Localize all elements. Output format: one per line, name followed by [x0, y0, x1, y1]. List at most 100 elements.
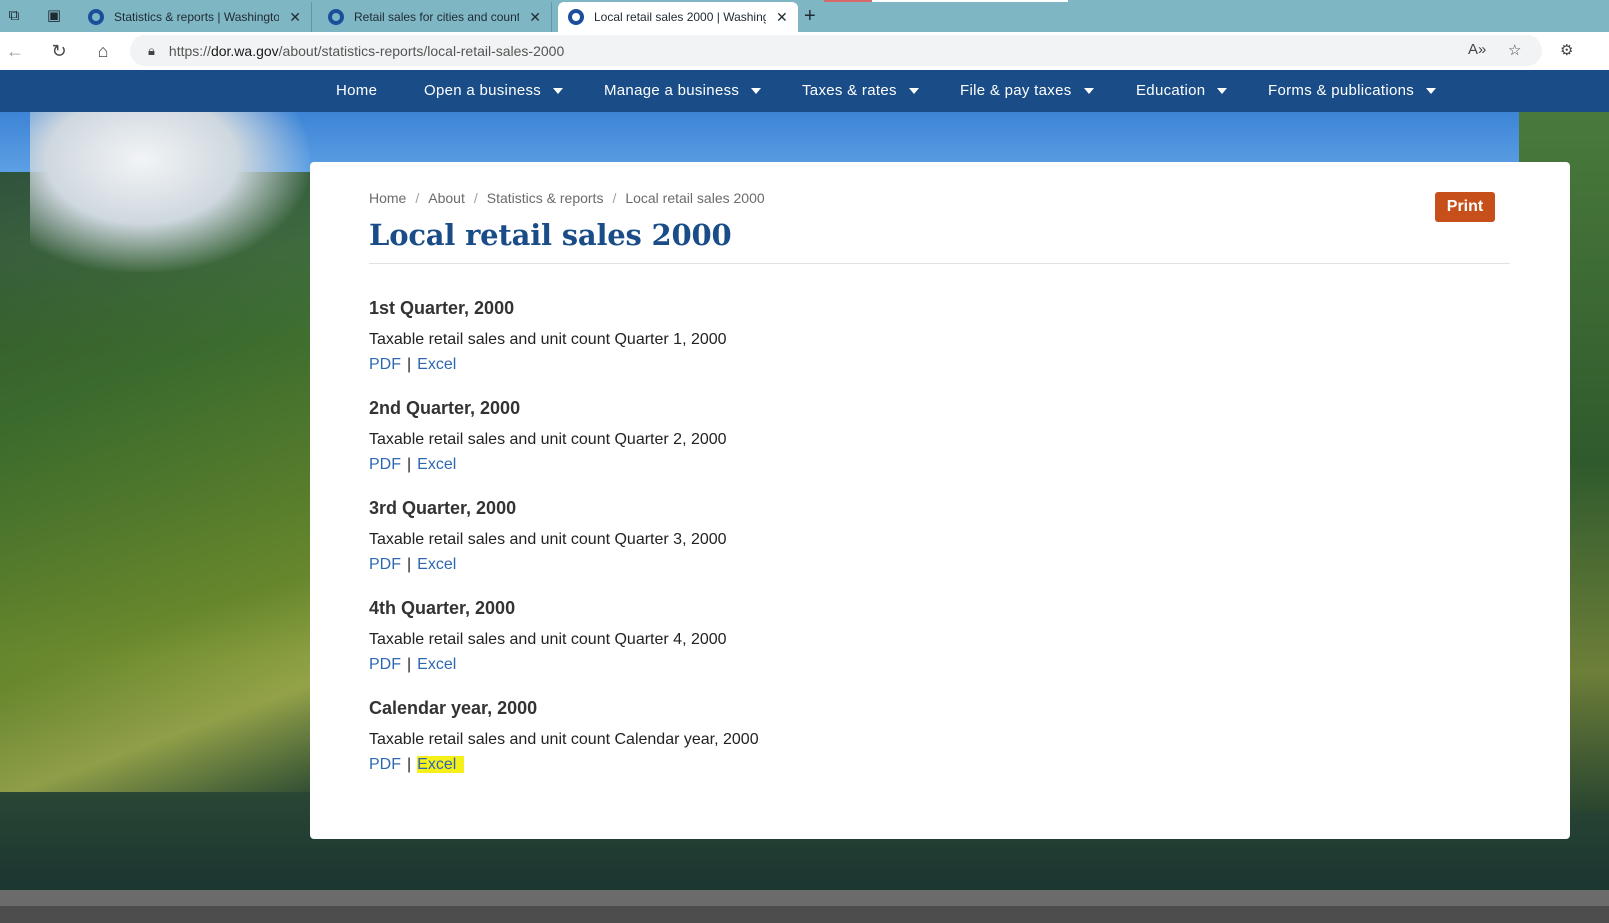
- breadcrumb: Home / About / Statistics & reports / Lo…: [369, 190, 765, 206]
- url-path: /about/statistics-reports/local-retail-s…: [278, 42, 565, 59]
- pdf-link[interactable]: PDF: [369, 756, 401, 773]
- browser-tab-retail-sales[interactable]: Retail sales for cities and countie ✕: [318, 2, 552, 32]
- page-title: Local retail sales 2000: [369, 218, 732, 252]
- address-bar[interactable]: 🔒︎ https://dor.wa.gov/about/statistics-r…: [130, 35, 1542, 66]
- nav-item-taxes-rates[interactable]: Taxes & rates: [802, 70, 919, 112]
- pdf-link[interactable]: PDF: [369, 356, 401, 373]
- section-heading: Calendar year, 2000: [369, 698, 538, 718]
- back-icon[interactable]: ←: [4, 40, 26, 62]
- report-section-q3: 3rd Quarter, 2000 Taxable retail sales a…: [369, 496, 1169, 576]
- nav-item-label: File & pay taxes: [960, 82, 1072, 99]
- download-links: PDF | Excel: [369, 754, 1169, 776]
- tab-title: Statistics & reports | Washington: [114, 10, 280, 24]
- favorite-star-icon[interactable]: ☆: [1508, 41, 1521, 59]
- nav-item-manage-a-business[interactable]: Manage a business: [604, 70, 762, 112]
- excel-link[interactable]: Excel: [417, 456, 456, 473]
- edge-favicon-icon: [88, 9, 104, 25]
- breadcrumb-current: Local retail sales 2000: [625, 190, 765, 206]
- link-separator: |: [407, 556, 412, 573]
- section-heading: 2nd Quarter, 2000: [369, 398, 521, 418]
- nav-item-home[interactable]: Home: [336, 70, 377, 112]
- breadcrumb-separator: /: [473, 190, 478, 206]
- snow-peak-image: [30, 112, 310, 272]
- breadcrumb-separator: /: [415, 190, 420, 206]
- section-heading: 1st Quarter, 2000: [369, 298, 515, 318]
- lock-icon: 🔒︎: [148, 42, 155, 58]
- edge-favicon-icon: [328, 9, 344, 25]
- download-links: PDF | Excel: [369, 654, 1169, 676]
- close-icon[interactable]: ✕: [529, 9, 541, 26]
- section-description: Taxable retail sales and unit count Quar…: [369, 531, 727, 548]
- link-separator: |: [407, 456, 412, 473]
- excel-link[interactable]: Excel: [417, 656, 456, 673]
- close-icon[interactable]: ✕: [776, 9, 788, 26]
- content-card: Home / About / Statistics & reports / Lo…: [310, 162, 1570, 839]
- breadcrumb-about[interactable]: About: [428, 190, 465, 206]
- browser-tab-strip: ⧉ ▣ Statistics & reports | Washington ✕ …: [0, 0, 1609, 32]
- extensions-icon[interactable]: ⚙: [1560, 41, 1573, 59]
- download-links: PDF | Excel: [369, 354, 1169, 376]
- report-section-q2: 2nd Quarter, 2000 Taxable retail sales a…: [369, 396, 1169, 476]
- title-divider: [369, 263, 1510, 264]
- home-icon[interactable]: ⌂: [92, 40, 114, 62]
- excel-link-highlighted[interactable]: Excel: [417, 756, 465, 773]
- footer-bar: [0, 890, 1609, 923]
- download-links: PDF | Excel: [369, 454, 1169, 476]
- report-section-q1: 1st Quarter, 2000 Taxable retail sales a…: [369, 296, 1169, 376]
- caret-down-icon: [751, 88, 762, 95]
- read-aloud-icon[interactable]: A»: [1468, 41, 1486, 58]
- section-heading: 3rd Quarter, 2000: [369, 498, 517, 518]
- breadcrumb-home[interactable]: Home: [369, 190, 406, 206]
- browser-tab-statistics[interactable]: Statistics & reports | Washington ✕: [78, 2, 312, 32]
- report-section-q4: 4th Quarter, 2000 Taxable retail sales a…: [369, 596, 1169, 676]
- link-separator: |: [407, 656, 412, 673]
- nav-item-forms-publications[interactable]: Forms & publications: [1268, 70, 1437, 112]
- nav-item-label: Forms & publications: [1268, 82, 1415, 99]
- tab-title: Retail sales for cities and countie: [354, 10, 520, 24]
- new-tab-icon[interactable]: +: [804, 5, 816, 28]
- tab-title: Local retail sales 2000 | Washingt: [594, 10, 766, 24]
- nav-item-label: Open a business: [424, 82, 542, 99]
- browser-toolbar: ← ↻ ⌂ 🔒︎ https://dor.wa.gov/about/statis…: [0, 32, 1609, 70]
- download-links: PDF | Excel: [369, 554, 1169, 576]
- site-nav: Home Open a business Manage a business T…: [0, 70, 1609, 112]
- url-domain: dor.wa.gov: [210, 42, 279, 59]
- pdf-link[interactable]: PDF: [369, 456, 401, 473]
- tab-loading-indicator: [872, 0, 1068, 2]
- workspaces-icon[interactable]: ⧉: [5, 7, 23, 25]
- pdf-link[interactable]: PDF: [369, 656, 401, 673]
- nav-item-label: Home: [336, 82, 378, 99]
- close-icon[interactable]: ✕: [289, 9, 301, 26]
- caret-down-icon: [1426, 88, 1437, 95]
- section-description: Taxable retail sales and unit count Quar…: [369, 331, 727, 348]
- tab-actions-icon[interactable]: ▣: [45, 7, 63, 25]
- caret-down-icon: [908, 88, 919, 95]
- nav-item-open-a-business[interactable]: Open a business: [424, 70, 564, 112]
- browser-tab-local-retail-sales[interactable]: Local retail sales 2000 | Washingt ✕: [558, 2, 798, 32]
- section-description: Taxable retail sales and unit count Quar…: [369, 431, 727, 448]
- nav-item-file-pay-taxes[interactable]: File & pay taxes: [960, 70, 1094, 112]
- tab-loading-indicator: [824, 0, 872, 2]
- refresh-icon[interactable]: ↻: [48, 40, 70, 62]
- edge-favicon-icon: [568, 9, 584, 25]
- link-separator: |: [407, 756, 412, 773]
- nav-item-label: Taxes & rates: [802, 82, 897, 99]
- report-section-calendar-year: Calendar year, 2000 Taxable retail sales…: [369, 696, 1169, 776]
- pdf-link[interactable]: PDF: [369, 556, 401, 573]
- excel-link[interactable]: Excel: [417, 556, 456, 573]
- section-heading: 4th Quarter, 2000: [369, 598, 516, 618]
- section-description: Taxable retail sales and unit count Quar…: [369, 631, 727, 648]
- nav-item-label: Education: [1136, 82, 1206, 99]
- caret-down-icon: [553, 88, 564, 95]
- link-separator: |: [407, 356, 412, 373]
- url-prefix: https://: [168, 42, 211, 59]
- caret-down-icon: [1217, 88, 1228, 95]
- nav-item-label: Manage a business: [604, 82, 740, 99]
- breadcrumb-statistics-reports[interactable]: Statistics & reports: [487, 190, 604, 206]
- print-button[interactable]: Print: [1435, 192, 1495, 222]
- nav-item-education[interactable]: Education: [1136, 70, 1228, 112]
- excel-link[interactable]: Excel: [417, 356, 456, 373]
- caret-down-icon: [1083, 88, 1094, 95]
- section-description: Taxable retail sales and unit count Cale…: [369, 731, 759, 748]
- breadcrumb-separator: /: [612, 190, 617, 206]
